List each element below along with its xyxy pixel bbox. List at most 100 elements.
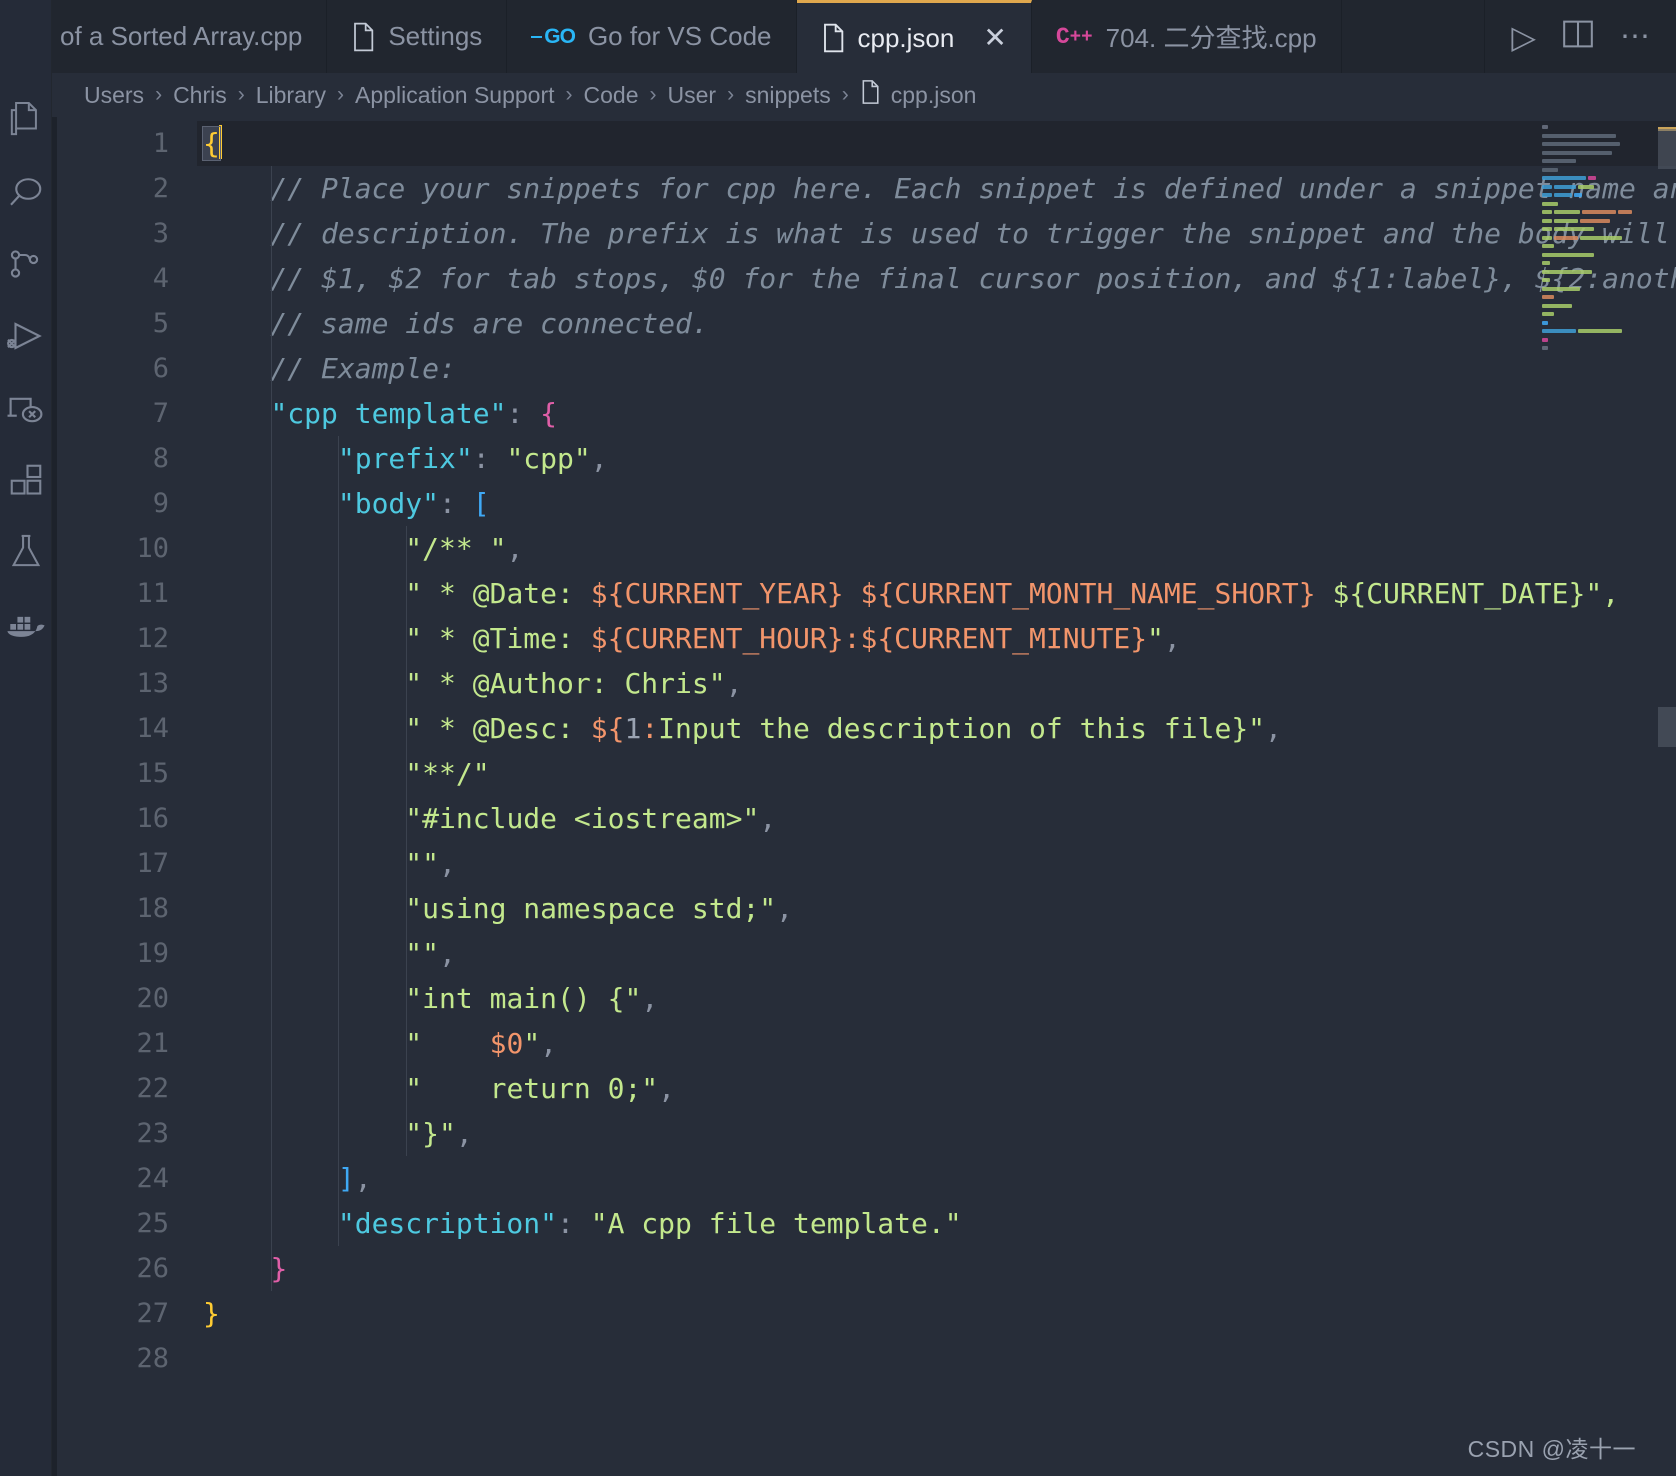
line-number: 20 bbox=[136, 983, 169, 1014]
tab-cpp-json[interactable]: cpp.json ✕ bbox=[796, 0, 1032, 73]
line-number: 21 bbox=[136, 1028, 169, 1059]
code-token: "cpp" bbox=[506, 442, 591, 475]
code-token: : bbox=[641, 712, 659, 745]
code-line[interactable]: "}", bbox=[197, 1111, 1676, 1156]
code-token: , bbox=[590, 442, 608, 475]
breadcrumb-item-file[interactable]: cpp.json bbox=[858, 79, 979, 111]
code-line[interactable]: // $1, $2 for tab stops, $0 for the fina… bbox=[197, 256, 1676, 301]
run-debug-icon bbox=[6, 318, 46, 354]
tab-settings[interactable]: Settings bbox=[327, 0, 508, 73]
activity-bar-item-testing[interactable] bbox=[0, 516, 52, 588]
breadcrumb-item-code[interactable]: Code bbox=[582, 82, 641, 109]
code-line[interactable]: "/** ", bbox=[197, 526, 1676, 571]
breadcrumb-file-label: cpp.json bbox=[890, 81, 977, 108]
code-line[interactable]: "", bbox=[197, 931, 1676, 976]
code-line[interactable]: " return 0;", bbox=[197, 1066, 1676, 1111]
activity-bar-item-search[interactable] bbox=[0, 156, 52, 228]
code-token: "using namespace std;" bbox=[405, 892, 777, 925]
testing-icon bbox=[8, 533, 44, 571]
code-line[interactable]: " * @Time: ${CURRENT_HOUR}:${CURRENT_MIN… bbox=[197, 616, 1676, 661]
code-line[interactable]: "cpp template": { bbox=[197, 391, 1676, 436]
code-token: , bbox=[658, 1072, 676, 1105]
code-content[interactable]: { // Place your snippets for cpp here. E… bbox=[197, 121, 1676, 1476]
text-editor[interactable]: 1 2 3 4 5 6 7 8 9 10 11 12 13 14 15 16 17 18 19 20 21 22 23 24 2… bbox=[52, 117, 1676, 1476]
close-icon[interactable]: ✕ bbox=[983, 24, 1006, 52]
code-line[interactable]: // same ids are connected. bbox=[197, 301, 1676, 346]
code-line[interactable]: // description. The prefix is what is us… bbox=[197, 211, 1676, 256]
activity-bar-item-run-debug[interactable] bbox=[0, 300, 52, 372]
code-line[interactable]: "using namespace std;", bbox=[197, 886, 1676, 931]
scrollbar-thumb-secondary[interactable] bbox=[1658, 707, 1676, 747]
chevron-right-icon: › bbox=[237, 83, 245, 106]
code-line[interactable]: " * @Desc: ${1:Input the description of … bbox=[197, 706, 1676, 751]
code-token: ${ bbox=[590, 712, 625, 745]
breadcrumb-item-snippets[interactable]: snippets bbox=[743, 82, 833, 109]
code-token: } bbox=[203, 1297, 220, 1330]
tab-704-binary-search-cpp[interactable]: C ++ 704. 二分查找.cpp bbox=[1031, 0, 1342, 73]
code-token: ${CURRENT_DATE}", bbox=[1315, 577, 1620, 610]
breadcrumb-item-chris[interactable]: Chris bbox=[171, 82, 229, 109]
code-line[interactable]: { bbox=[197, 121, 1676, 166]
line-number: 2 bbox=[152, 173, 169, 204]
code-line[interactable]: "description": "A cpp file template." bbox=[197, 1201, 1676, 1246]
code-line[interactable]: " * @Date: ${CURRENT_YEAR} ${CURRENT_MON… bbox=[197, 571, 1676, 616]
code-token: "cpp template" bbox=[270, 397, 507, 430]
code-line[interactable]: } bbox=[197, 1291, 1676, 1336]
code-token: : bbox=[439, 487, 473, 520]
editor-group: of a Sorted Array.cpp Settings GO Go for… bbox=[52, 0, 1676, 1476]
code-line[interactable]: ], bbox=[197, 1156, 1676, 1201]
activity-bar-item-extensions[interactable] bbox=[0, 444, 52, 516]
code-line[interactable]: "", bbox=[197, 841, 1676, 886]
code-token: , bbox=[455, 1117, 473, 1150]
code-line[interactable]: // Example: bbox=[197, 346, 1676, 391]
more-actions-icon[interactable]: ⋯ bbox=[1620, 19, 1650, 54]
line-number: 6 bbox=[152, 353, 169, 384]
breadcrumb-item-library[interactable]: Library bbox=[254, 82, 328, 109]
activity-bar-item-remote-explorer[interactable] bbox=[0, 372, 52, 444]
line-number: 24 bbox=[136, 1163, 169, 1194]
code-token: // $1, $2 for tab stops, $0 for the fina… bbox=[270, 262, 1676, 295]
code-line[interactable] bbox=[197, 1336, 1676, 1381]
code-token: , bbox=[725, 667, 743, 700]
activity-bar-item-source-control[interactable] bbox=[0, 228, 52, 300]
breadcrumb-item-application-support[interactable]: Application Support bbox=[353, 82, 556, 109]
code-line[interactable]: // Place your snippets for cpp here. Eac… bbox=[197, 166, 1676, 211]
scrollbar-thumb[interactable] bbox=[1658, 129, 1676, 169]
tab-sorted-array-cpp[interactable]: of a Sorted Array.cpp bbox=[52, 0, 328, 73]
code-token: , bbox=[776, 892, 794, 925]
code-line[interactable]: " * @Author: Chris", bbox=[197, 661, 1676, 706]
code-line[interactable]: "#include <iostream>", bbox=[197, 796, 1676, 841]
line-number: 12 bbox=[136, 623, 169, 654]
code-line[interactable]: " $0", bbox=[197, 1021, 1676, 1066]
breadcrumb-item-users[interactable]: Users bbox=[82, 82, 146, 109]
code-token: : bbox=[472, 442, 507, 475]
line-number: 26 bbox=[136, 1253, 169, 1284]
code-token: "#include <iostream>" bbox=[405, 802, 760, 835]
line-number: 4 bbox=[152, 263, 169, 294]
code-line[interactable]: } bbox=[197, 1246, 1676, 1291]
activity-bar-item-explorer[interactable] bbox=[0, 84, 52, 156]
code-line[interactable]: "prefix": "cpp", bbox=[197, 436, 1676, 481]
code-line[interactable]: "**/" bbox=[197, 751, 1676, 796]
line-number: 25 bbox=[136, 1208, 169, 1239]
code-line[interactable]: "body": [ bbox=[197, 481, 1676, 526]
tab-go-for-vs-code[interactable]: GO Go for VS Code bbox=[507, 0, 797, 73]
vertical-scrollbar[interactable] bbox=[1658, 117, 1676, 1476]
code-token: // description. The prefix is what is us… bbox=[270, 217, 1670, 250]
split-editor-icon[interactable] bbox=[1562, 19, 1594, 54]
code-line[interactable]: "int main() {", bbox=[197, 976, 1676, 1021]
activity-bar-item-docker[interactable] bbox=[0, 588, 52, 660]
run-icon[interactable]: ▷ bbox=[1511, 18, 1536, 56]
breadcrumb-item-user[interactable]: User bbox=[666, 82, 719, 109]
code-token: ${CURRENT_MONTH_NAME_SHORT} bbox=[860, 577, 1316, 610]
code-token bbox=[218, 125, 222, 159]
